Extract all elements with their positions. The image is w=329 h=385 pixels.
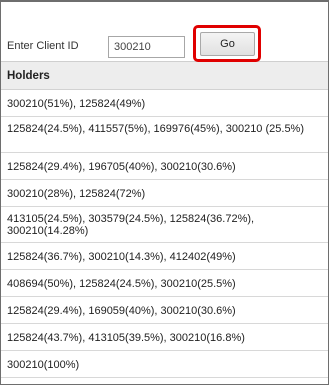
- table-row: 300210(28%), 125824(72%): [1, 180, 328, 207]
- table-row: 413105(24.5%), 303579(24.5%), 125824(36.…: [1, 207, 328, 243]
- table-row: 125824(29.4%), 169059(40%), 300210(30.6%…: [1, 297, 328, 324]
- holders-column-header: Holders: [1, 62, 328, 90]
- table-row: 125824(29.4%), 196705(40%), 300210(30.6%…: [1, 153, 328, 180]
- client-id-input[interactable]: [108, 36, 185, 58]
- table-row: 125824(24.5%), 411557(5%), 169976(45%), …: [1, 117, 328, 153]
- table-row: 125824(43.7%), 413105(39.5%), 300210(16.…: [1, 324, 328, 351]
- table-row: 125824(36.7%), 300210(14.3%), 412402(49%…: [1, 243, 328, 270]
- client-search-bar: Enter Client ID Go: [1, 22, 328, 62]
- table-row: 300210(51%), 125824(49%): [1, 90, 328, 117]
- table-row: 300210(100%): [1, 351, 328, 378]
- client-id-label: Enter Client ID: [7, 40, 79, 52]
- go-button[interactable]: Go: [200, 32, 255, 56]
- holders-panel: Enter Client ID Go Holders 300210(51%), …: [0, 0, 329, 385]
- holders-table: Holders 300210(51%), 125824(49%) 125824(…: [1, 62, 328, 378]
- table-row: 408694(50%), 125824(24.5%), 300210(25.5%…: [1, 270, 328, 297]
